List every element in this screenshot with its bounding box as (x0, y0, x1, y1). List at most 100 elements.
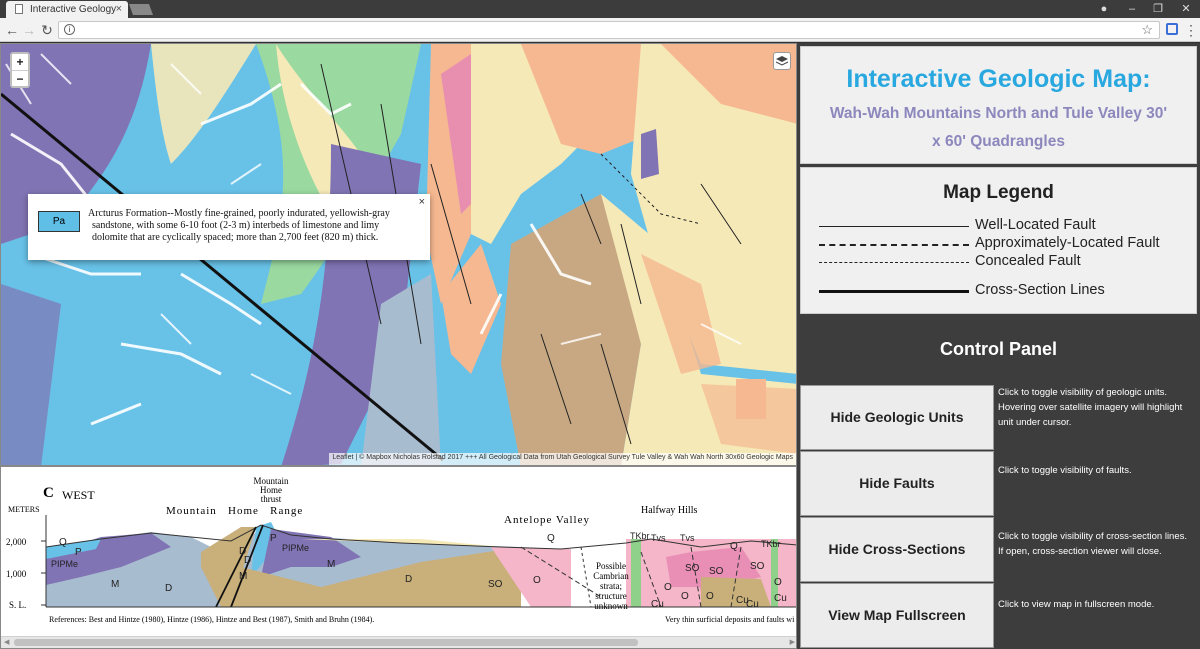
unit-label: P (75, 547, 82, 558)
restore-icon[interactable]: ❐ (1146, 0, 1170, 18)
view-map-fullscreen-button[interactable]: View Map Fullscreen (800, 583, 994, 648)
unit-label: M (239, 571, 248, 582)
unit-label: SO (750, 561, 765, 572)
document-icon (15, 4, 23, 14)
unit-label: Q (730, 541, 738, 552)
map-legend: Map Legend Well-Located Fault Approximat… (800, 167, 1197, 314)
legend-item-well-located: Well-Located Fault (819, 217, 1189, 235)
cross-section-viewer[interactable]: C WEST METERS 2,000 1,000 S. L. Mountain… (0, 466, 797, 649)
info-icon[interactable]: i (64, 24, 75, 35)
note-text: Very thin surficial deposits and faults … (665, 615, 795, 624)
valley-label: Antelope Valley (504, 514, 590, 526)
back-icon[interactable]: ← (4, 21, 20, 39)
unit-swatch: Pa (38, 211, 80, 232)
unit-label: O (664, 582, 672, 593)
zoom-out-button[interactable]: − (12, 70, 28, 86)
unit-label: D (239, 546, 247, 557)
unit-label: D (165, 583, 173, 594)
unit-label: PIPMe (282, 543, 310, 553)
bookmark-star-icon[interactable]: ☆ (1141, 22, 1153, 38)
scrollbar-thumb[interactable] (14, 639, 638, 646)
browser-toolbar: ← → ↻ i ☆ ⋮ (0, 18, 1200, 42)
unit-label: TKbr (761, 539, 781, 549)
axis-unit-label: METERS (8, 505, 40, 514)
unit-label: O (706, 591, 714, 602)
unit-label: PIPMe (51, 559, 79, 569)
page-title: Interactive Geologic Map: (846, 65, 1151, 93)
long-dash-line-icon (819, 244, 969, 246)
unit-label: Q (547, 533, 555, 544)
scroll-left-icon[interactable]: ◀ (4, 637, 9, 648)
tab-title: Interactive Geology (30, 4, 117, 15)
hills-label: Halfway Hills (641, 505, 698, 516)
legend-title: Map Legend (943, 182, 1054, 203)
tab-close-icon[interactable]: × (116, 3, 122, 15)
layers-icon[interactable] (773, 52, 791, 70)
horizontal-scrollbar[interactable]: ◀ ▶ (1, 636, 796, 648)
control-panel-title: Control Panel (939, 339, 1057, 359)
cambrian-label: Possible Cambrian strata; structure unkn… (593, 561, 629, 611)
cross-section-diagram (41, 515, 796, 608)
title-box: Interactive Geologic Map: Wah-Wah Mounta… (800, 46, 1197, 164)
page-subtitle: Wah-Wah Mountains North and Tule Valley … (829, 105, 1168, 150)
hide-cross-sections-button[interactable]: Hide Cross-Sections (800, 517, 994, 582)
legend-item-approximate: Approximately-Located Fault (819, 235, 1189, 253)
view-map-fullscreen-description: Click to view map in fullscreen mode. (998, 599, 1155, 610)
profile-icon[interactable]: ● (1092, 0, 1116, 18)
unit-label: SO (709, 566, 724, 577)
unit-label: O (774, 577, 782, 588)
solid-line-icon (819, 226, 969, 227)
legend-item-concealed: Concealed Fault (819, 253, 1189, 271)
extension-icon[interactable] (1166, 23, 1178, 35)
browser-tab[interactable]: Interactive Geology × (6, 1, 128, 18)
unit-label: SO (685, 563, 700, 574)
browser-menu-icon[interactable]: ⋮ (1184, 21, 1198, 39)
section-letter: C (43, 485, 54, 501)
scroll-right-icon[interactable]: ▶ (790, 637, 795, 648)
close-window-icon[interactable]: ✕ (1174, 0, 1198, 18)
new-tab-button[interactable] (128, 4, 154, 15)
hide-faults-description: Click to toggle visibility of faults. (998, 465, 1132, 476)
unit-label: O (533, 575, 541, 586)
unit-label: M (111, 579, 120, 590)
reload-icon[interactable]: ↻ (39, 21, 55, 39)
axis-tick-2000: 2,000 (6, 537, 27, 547)
unit-label: Cu (736, 595, 749, 606)
address-bar[interactable]: i ☆ (58, 21, 1160, 39)
hide-geologic-units-button[interactable]: Hide Geologic Units (800, 385, 994, 450)
map-attribution: Leaflet | © Mapbox Nicholas Rolstad 2017… (329, 453, 796, 465)
thrust-label: Mountain Home thrust (253, 476, 289, 504)
thick-line-icon (819, 290, 969, 293)
unit-label: M (327, 559, 336, 570)
unit-label: Cu (651, 599, 664, 610)
legend-item-cross-section: Cross-Section Lines (819, 282, 1189, 300)
unit-label: Tvs (651, 533, 666, 543)
geologic-map[interactable]: + − Pa Arcturus Formation--Mostly fine-g… (0, 43, 797, 466)
unit-label: TKbr (630, 531, 650, 541)
axis-tick-sl: S. L. (9, 600, 27, 610)
browser-tab-bar: Interactive Geology × ● – ❐ ✕ (0, 0, 1200, 18)
unit-label: P (270, 533, 277, 544)
unit-label: D (405, 574, 413, 585)
forward-icon[interactable]: → (21, 21, 37, 39)
section-direction: WEST (62, 488, 95, 502)
zoom-control: + − (10, 52, 30, 88)
side-panel: Interactive Geologic Map: Wah-Wah Mounta… (797, 43, 1200, 649)
unit-label: O (681, 591, 689, 602)
hide-cross-sections-description: Click to toggle visibility of cross-sect… (998, 531, 1188, 557)
minimize-icon[interactable]: – (1120, 0, 1144, 18)
references-text: References: Best and Hintze (1980), Hint… (49, 615, 375, 624)
hide-geologic-units-description: Click to toggle visibility of geologic u… (998, 387, 1183, 428)
unit-description: Arcturus Formation--Mostly fine-grained,… (88, 208, 390, 243)
unit-label: Tvs (680, 533, 695, 543)
axis-tick-1000: 1,000 (6, 569, 27, 579)
unit-label: SO (488, 579, 503, 590)
hide-faults-button[interactable]: Hide Faults (800, 451, 994, 516)
unit-popup: Pa Arcturus Formation--Mostly fine-grain… (28, 194, 430, 260)
range-label: Mountain Home Range (166, 505, 304, 517)
short-dash-line-icon (819, 262, 969, 263)
unit-label: Cu (774, 593, 787, 604)
popup-close-icon[interactable]: × (419, 196, 425, 208)
zoom-in-button[interactable]: + (12, 54, 28, 70)
unit-label: Q (59, 537, 67, 548)
